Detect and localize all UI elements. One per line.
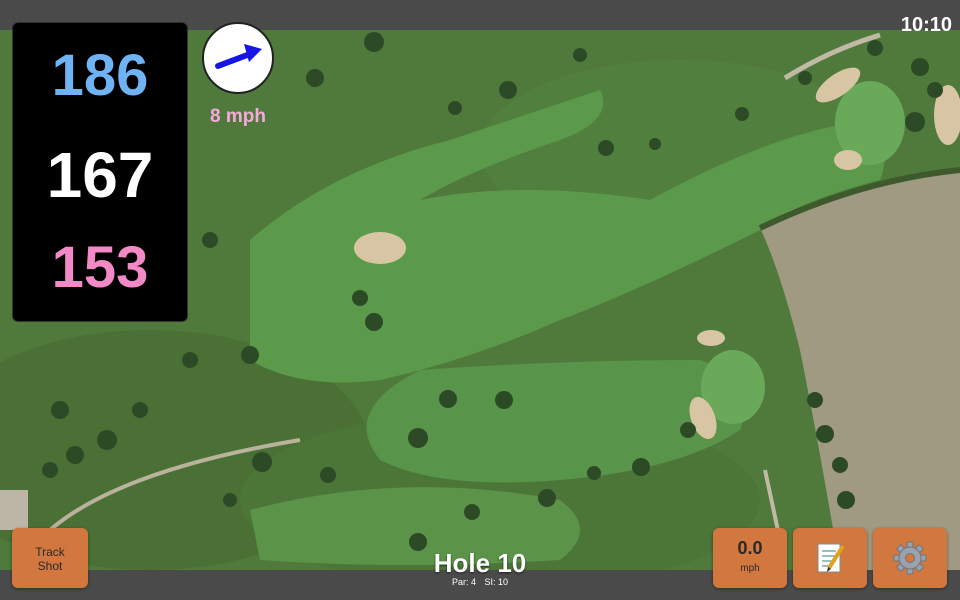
- middle-yardage: 167: [46, 139, 154, 211]
- track-shot-label-line1: Track: [35, 545, 65, 559]
- notepad-icon: [817, 543, 845, 573]
- hole-par: Par: 4: [451, 577, 476, 587]
- front-yardage: 153: [51, 235, 149, 300]
- back-yardage: 186: [51, 43, 149, 108]
- status-clock: 10:10: [900, 14, 952, 36]
- speed-unit: mph: [740, 563, 760, 574]
- gear-icon: [893, 541, 927, 575]
- hole-info: Par: 4 SI: 10: [380, 577, 580, 587]
- speed-value: 0.0: [737, 538, 763, 558]
- wind-speed-label: 8 mph: [210, 106, 266, 127]
- scorecard-notes-button[interactable]: [793, 528, 867, 588]
- wind-direction-arrow-icon: [215, 44, 262, 69]
- track-shot-button[interactable]: Track Shot: [12, 528, 88, 588]
- settings-button[interactable]: [873, 528, 947, 588]
- wind-indicator: [202, 22, 274, 94]
- hole-stroke-index: SI: 10: [484, 577, 509, 587]
- speed-button[interactable]: 0.0 mph: [713, 528, 787, 588]
- yardage-panel: 186 167 153: [12, 22, 188, 322]
- hole-title: Hole 10: [433, 548, 527, 578]
- track-shot-label-line2: Shot: [37, 559, 63, 573]
